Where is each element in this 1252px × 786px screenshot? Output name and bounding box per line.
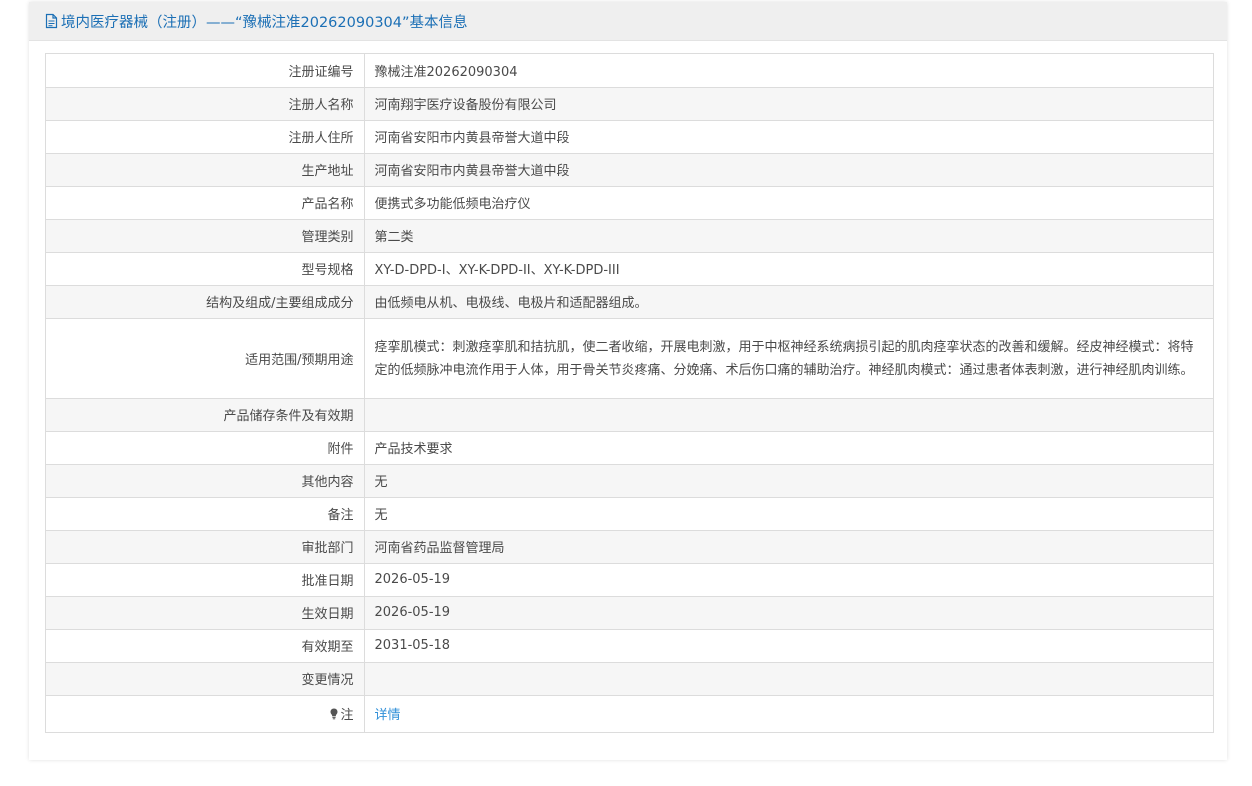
row-value: 2026-05-19	[364, 563, 1213, 597]
row-value: 由低频电从机、电极线、电极片和适配器组成。	[364, 285, 1213, 319]
row-value: 河南省安阳市内黄县帝誉大道中段	[364, 153, 1213, 187]
row-value	[364, 662, 1213, 696]
row-value: XY-D-DPD-I、XY-K-DPD-II、XY-K-DPD-III	[364, 252, 1213, 286]
row-label: 变更情况	[46, 662, 365, 696]
row-label: 产品名称	[46, 186, 365, 220]
table-row: 附件 产品技术要求	[46, 431, 1213, 465]
row-label: 生效日期	[46, 596, 365, 630]
row-label: 结构及组成/主要组成成分	[46, 285, 365, 319]
row-value: 2026-05-19	[364, 596, 1213, 630]
row-label: 注册人名称	[46, 87, 365, 121]
row-label: 管理类别	[46, 219, 365, 253]
table-row: 型号规格 XY-D-DPD-I、XY-K-DPD-II、XY-K-DPD-III	[46, 252, 1213, 286]
table-row: 审批部门 河南省药品监督管理局	[46, 530, 1213, 564]
note-label: 注	[340, 708, 354, 724]
table-row: 批准日期 2026-05-19	[46, 563, 1213, 597]
table-row: 适用范围/预期用途 痉挛肌模式：刺激痉挛肌和拮抗肌，使二者收缩，开展电刺激，用于…	[46, 318, 1213, 399]
table-row: 注册人住所 河南省安阳市内黄县帝誉大道中段	[46, 120, 1213, 154]
note-row: 注 详情	[46, 695, 1213, 732]
table-row: 生效日期 2026-05-19	[46, 596, 1213, 630]
row-label: 注册人住所	[46, 120, 365, 154]
info-table: 注册证编号 豫械注准20262090304 注册人名称 河南翔宇医疗设备股份有限…	[45, 53, 1214, 733]
table-row: 产品储存条件及有效期	[46, 398, 1213, 432]
row-value: 第二类	[364, 219, 1213, 253]
row-value: 无	[364, 497, 1213, 531]
document-icon	[44, 13, 59, 29]
row-value: 豫械注准20262090304	[364, 54, 1213, 88]
row-label: 产品储存条件及有效期	[46, 398, 365, 432]
page-title: 境内医疗器械（注册）——“豫械注准20262090304”基本信息	[61, 14, 468, 31]
row-label: 生产地址	[46, 153, 365, 187]
lightbulb-icon	[330, 708, 338, 720]
row-value: 河南翔宇医疗设备股份有限公司	[364, 87, 1213, 121]
table-row: 结构及组成/主要组成成分 由低频电从机、电极线、电极片和适配器组成。	[46, 285, 1213, 319]
row-value: 产品技术要求	[364, 431, 1213, 465]
row-label: 审批部门	[46, 530, 365, 564]
note-label-cell: 注	[46, 695, 365, 732]
row-value: 无	[364, 464, 1213, 498]
table-row: 生产地址 河南省安阳市内黄县帝誉大道中段	[46, 153, 1213, 187]
table-row: 产品名称 便携式多功能低频电治疗仪	[46, 186, 1213, 220]
row-value: 河南省药品监督管理局	[364, 530, 1213, 564]
table-row: 变更情况	[46, 662, 1213, 696]
row-label: 型号规格	[46, 252, 365, 286]
row-label: 附件	[46, 431, 365, 465]
panel-header: 境内医疗器械（注册）——“豫械注准20262090304”基本信息	[29, 2, 1227, 41]
table-row: 注册人名称 河南翔宇医疗设备股份有限公司	[46, 87, 1213, 121]
detail-link[interactable]: 详情	[375, 708, 401, 723]
row-value: 痉挛肌模式：刺激痉挛肌和拮抗肌，使二者收缩，开展电刺激，用于中枢神经系统病损引起…	[364, 318, 1213, 399]
row-value: 河南省安阳市内黄县帝誉大道中段	[364, 120, 1213, 154]
row-value	[364, 398, 1213, 432]
row-label: 有效期至	[46, 629, 365, 663]
note-value-cell: 详情	[364, 695, 1213, 732]
row-label: 注册证编号	[46, 54, 365, 88]
row-value: 2031-05-18	[364, 629, 1213, 663]
row-label: 适用范围/预期用途	[46, 318, 365, 399]
table-row: 注册证编号 豫械注准20262090304	[46, 54, 1213, 88]
table-row: 管理类别 第二类	[46, 219, 1213, 253]
row-label: 备注	[46, 497, 365, 531]
row-label: 批准日期	[46, 563, 365, 597]
table-row: 其他内容 无	[46, 464, 1213, 498]
table-row: 备注 无	[46, 497, 1213, 531]
row-label: 其他内容	[46, 464, 365, 498]
info-panel: 境内医疗器械（注册）——“豫械注准20262090304”基本信息 注册证编号 …	[29, 2, 1227, 760]
row-value: 便携式多功能低频电治疗仪	[364, 186, 1213, 220]
table-row: 有效期至 2031-05-18	[46, 629, 1213, 663]
